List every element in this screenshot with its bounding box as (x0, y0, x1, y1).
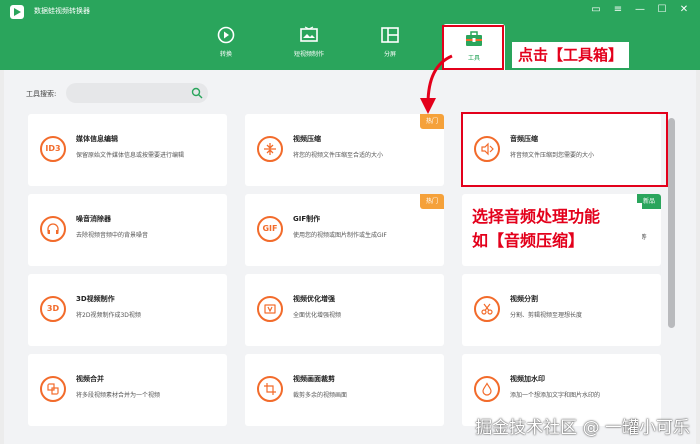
callout-line: 如【音频压缩】 (472, 231, 585, 250)
id3-icon: ID3 (40, 136, 66, 162)
tool-desc: 添加一个想添加文字和图片水印的 (510, 392, 601, 399)
hot-badge: 热门 (419, 194, 444, 209)
tab-label: 分屏 (383, 51, 396, 58)
tool-desc: 全面优化增强视频 (293, 312, 342, 319)
tool-desc: 裁剪多余的视频画面 (293, 392, 348, 399)
tool-card-media-info[interactable]: ID3 媒体信息编辑 保留原始文件媒体信息或按需要进行编辑 (28, 114, 227, 186)
tool-desc: 分割、剪辑视频至理想长度 (510, 312, 583, 319)
tool-desc: 使用您的视频或图片制作或生成GIF (293, 232, 387, 239)
tab-split-screen[interactable]: 分屏 (361, 26, 419, 66)
tool-desc: 将音频文件压缩到您需要的大小 (510, 152, 595, 159)
tool-search-input[interactable] (66, 83, 208, 103)
tool-title: GIF制作 (293, 215, 321, 223)
headphone-icon (40, 216, 66, 242)
maximize-icon[interactable]: ☐ (654, 3, 670, 17)
watermark-icon (474, 376, 500, 402)
tool-desc: 保留原始文件媒体信息或按需要进行编辑 (76, 152, 185, 159)
gif-icon: GIF (257, 216, 283, 242)
tool-card-gif-maker[interactable]: GIF GIF制作 使用您的视频或图片制作或生成GIF 热门 (245, 194, 444, 266)
compress-icon (257, 136, 283, 162)
merge-icon (40, 376, 66, 402)
vertical-scrollbar[interactable] (668, 118, 675, 328)
callout-select-audio: 选择音频处理功能 如【音频压缩】 (468, 203, 642, 255)
app-title: 数据蛙视频转换器 (34, 7, 90, 15)
search-icon[interactable] (191, 87, 203, 99)
tool-card-video-compress[interactable]: 视频压缩 将您的视频文件压缩至合适的大小 热门 (245, 114, 444, 186)
tool-desc: 去除视频音频中的背景噪音 (76, 232, 149, 239)
short-video-icon (300, 26, 318, 42)
site-watermark: 掘金技术社区 @ 一罐小可乐 (475, 418, 690, 438)
scissors-icon (474, 296, 500, 322)
toolbox-icon (466, 31, 482, 46)
tab-label: 转换 (219, 51, 232, 58)
close-icon[interactable]: ✕ (676, 3, 692, 17)
convert-icon (217, 26, 235, 44)
tool-title: 视频合并 (76, 375, 104, 383)
tool-title: 噪音消除器 (76, 215, 111, 223)
tool-title: 视频优化增强 (293, 295, 335, 303)
tool-desc: 将您的视频文件压缩至合适的大小 (293, 152, 384, 159)
tool-title: 视频加水印 (510, 375, 545, 383)
tool-card-video-crop[interactable]: 视频画面裁剪 裁剪多余的视频画面 (245, 354, 444, 426)
enhance-icon (257, 296, 283, 322)
menu-icon[interactable]: ≡ (610, 3, 626, 17)
tool-title: 视频分割 (510, 295, 538, 303)
tool-title: 视频画面裁剪 (293, 375, 335, 383)
window-controls: ▭ ≡ — ☐ ✕ (588, 3, 692, 17)
search-label: 工具搜索: (26, 90, 57, 98)
split-screen-icon (381, 27, 399, 43)
crop-icon (257, 376, 283, 402)
tool-title: 媒体信息编辑 (76, 135, 118, 143)
tool-desc: 将2D视频制作成3D视频 (76, 312, 141, 319)
feedback-icon[interactable]: ▭ (588, 3, 604, 17)
audio-compress-icon (474, 136, 500, 162)
arrow-annotation-icon (420, 54, 453, 114)
tool-card-3d-video[interactable]: 3D 3D视频制作 将2D视频制作成3D视频 (28, 274, 227, 346)
tool-title: 视频压缩 (293, 135, 321, 143)
tool-card-video-merge[interactable]: 视频合并 将多段视频素材合并为一个视频 (28, 354, 227, 426)
tool-title: 音频压缩 (510, 135, 538, 143)
minimize-icon[interactable]: — (632, 3, 648, 17)
tab-label: 短视频制作 (293, 51, 324, 58)
tool-desc: 将多段视频素材合并为一个视频 (76, 392, 161, 399)
callout-line: 选择音频处理功能 (472, 207, 601, 226)
tab-short-video[interactable]: 短视频制作 (280, 26, 338, 66)
app-logo-icon (10, 5, 24, 19)
tool-card-audio-compress[interactable]: 音频压缩 将音频文件压缩到您需要的大小 (462, 114, 661, 186)
3d-icon: 3D (40, 296, 66, 322)
tools-panel: 工具搜索: ID3 媒体信息编辑 保留原始文件媒体信息或按需要进行编辑 视频压缩… (4, 70, 696, 444)
tool-card-noise-remover[interactable]: 噪音消除器 去除视频音频中的背景噪音 (28, 194, 227, 266)
callout-click-toolbox: 点击【工具箱】 (512, 42, 630, 68)
tool-title: 3D视频制作 (76, 295, 115, 303)
tool-card-video-enhance[interactable]: 视频优化增强 全面优化增强视频 (245, 274, 444, 346)
tab-convert[interactable]: 转换 (197, 26, 255, 66)
tool-card-video-split[interactable]: 视频分割 分割、剪辑视频至理想长度 (462, 274, 661, 346)
